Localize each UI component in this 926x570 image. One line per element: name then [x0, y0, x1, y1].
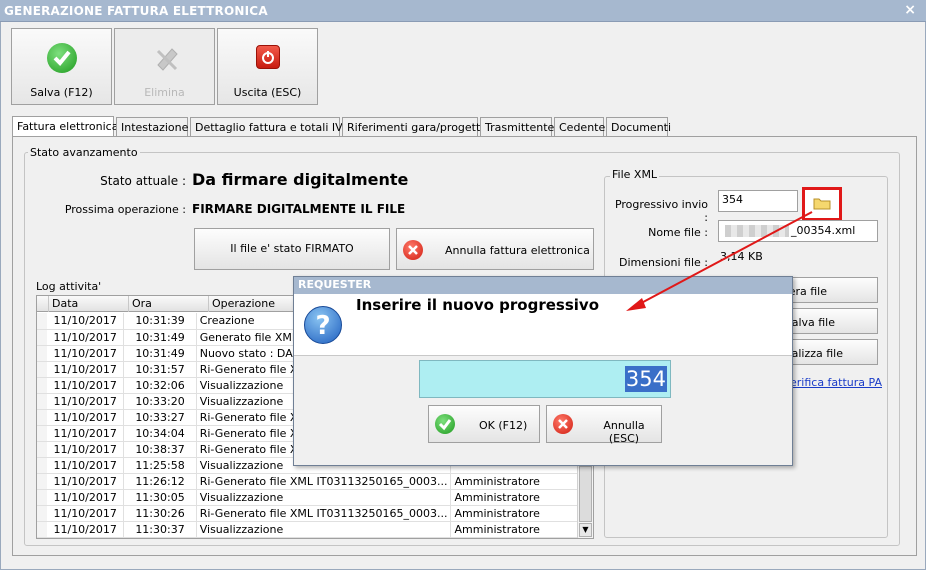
annotation-arrow	[626, 211, 813, 311]
